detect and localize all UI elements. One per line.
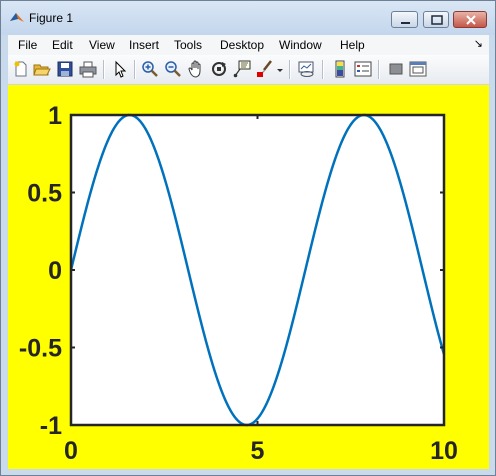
- toolbar-separator: [134, 60, 136, 79]
- y-tick-label: -1: [40, 412, 62, 440]
- brush-dropdown-icon[interactable]: [275, 60, 285, 78]
- sine-chart: 0 5 10 -1 -0.5 0 0.5 1: [19, 102, 458, 465]
- figure-canvas: 0 5 10 -1 -0.5 0 0.5 1: [8, 85, 489, 469]
- y-tick-label: -0.5: [19, 335, 62, 363]
- menu-bar: File Edit View Insert Tools Desktop Wind…: [8, 35, 489, 55]
- y-tick-label: 0.5: [27, 180, 62, 208]
- y-tick-label: 1: [48, 102, 62, 130]
- y-tick-labels: -1 -0.5 0 0.5 1: [19, 102, 62, 440]
- x-tick-label: 0: [64, 437, 78, 465]
- rotate-3d-icon[interactable]: [210, 60, 228, 78]
- toolbar-separator: [378, 60, 380, 79]
- toolbar-separator: [103, 60, 105, 79]
- menu-insert[interactable]: Insert: [129, 38, 159, 52]
- axes-background[interactable]: [71, 115, 444, 425]
- close-icon: [466, 15, 476, 25]
- toolbar-separator: [322, 60, 324, 79]
- menu-desktop[interactable]: Desktop: [220, 38, 264, 52]
- insert-colorbar-icon[interactable]: [331, 60, 349, 78]
- figure-client-area: File Edit View Insert Tools Desktop Wind…: [8, 35, 489, 469]
- insert-legend-icon[interactable]: [354, 60, 372, 78]
- brush-icon[interactable]: [256, 60, 274, 78]
- link-plot-icon[interactable]: [298, 60, 316, 78]
- zoom-in-icon[interactable]: [141, 60, 159, 78]
- data-cursor-icon[interactable]: [233, 60, 251, 78]
- menu-overflow-icon[interactable]: ↘: [474, 37, 483, 50]
- maximize-icon: [431, 15, 443, 25]
- window-title: Figure 1: [29, 11, 74, 25]
- pan-icon[interactable]: [187, 60, 205, 78]
- maximize-button[interactable]: [423, 11, 449, 28]
- y-tick-label: 0: [48, 257, 62, 285]
- save-icon[interactable]: [56, 60, 74, 78]
- menu-file[interactable]: File: [18, 38, 37, 52]
- edit-plot-icon[interactable]: [111, 60, 129, 78]
- x-tick-label: 5: [251, 437, 265, 465]
- figure-window: Figure 1 File Edit View Insert Tools Des…: [0, 0, 496, 476]
- matlab-icon: [9, 10, 25, 26]
- menu-window[interactable]: Window: [279, 38, 322, 52]
- menu-view[interactable]: View: [89, 38, 115, 52]
- figure-toolbar: [8, 55, 489, 85]
- zoom-out-icon[interactable]: [164, 60, 182, 78]
- hide-plot-tools-icon[interactable]: [387, 60, 405, 78]
- menu-tools[interactable]: Tools: [174, 38, 202, 52]
- x-tick-labels: 0 5 10: [64, 437, 458, 465]
- close-button[interactable]: [453, 11, 487, 28]
- title-bar[interactable]: Figure 1: [1, 1, 495, 35]
- minimize-icon: [401, 22, 410, 24]
- show-plot-tools-icon[interactable]: [409, 60, 427, 78]
- menu-help[interactable]: Help: [340, 38, 365, 52]
- menu-edit[interactable]: Edit: [52, 38, 73, 52]
- open-file-icon[interactable]: [33, 60, 51, 78]
- print-icon[interactable]: [79, 60, 97, 78]
- new-figure-icon[interactable]: [12, 60, 30, 78]
- toolbar-separator: [289, 60, 291, 79]
- minimize-button[interactable]: [391, 11, 418, 28]
- x-tick-label: 10: [430, 437, 458, 465]
